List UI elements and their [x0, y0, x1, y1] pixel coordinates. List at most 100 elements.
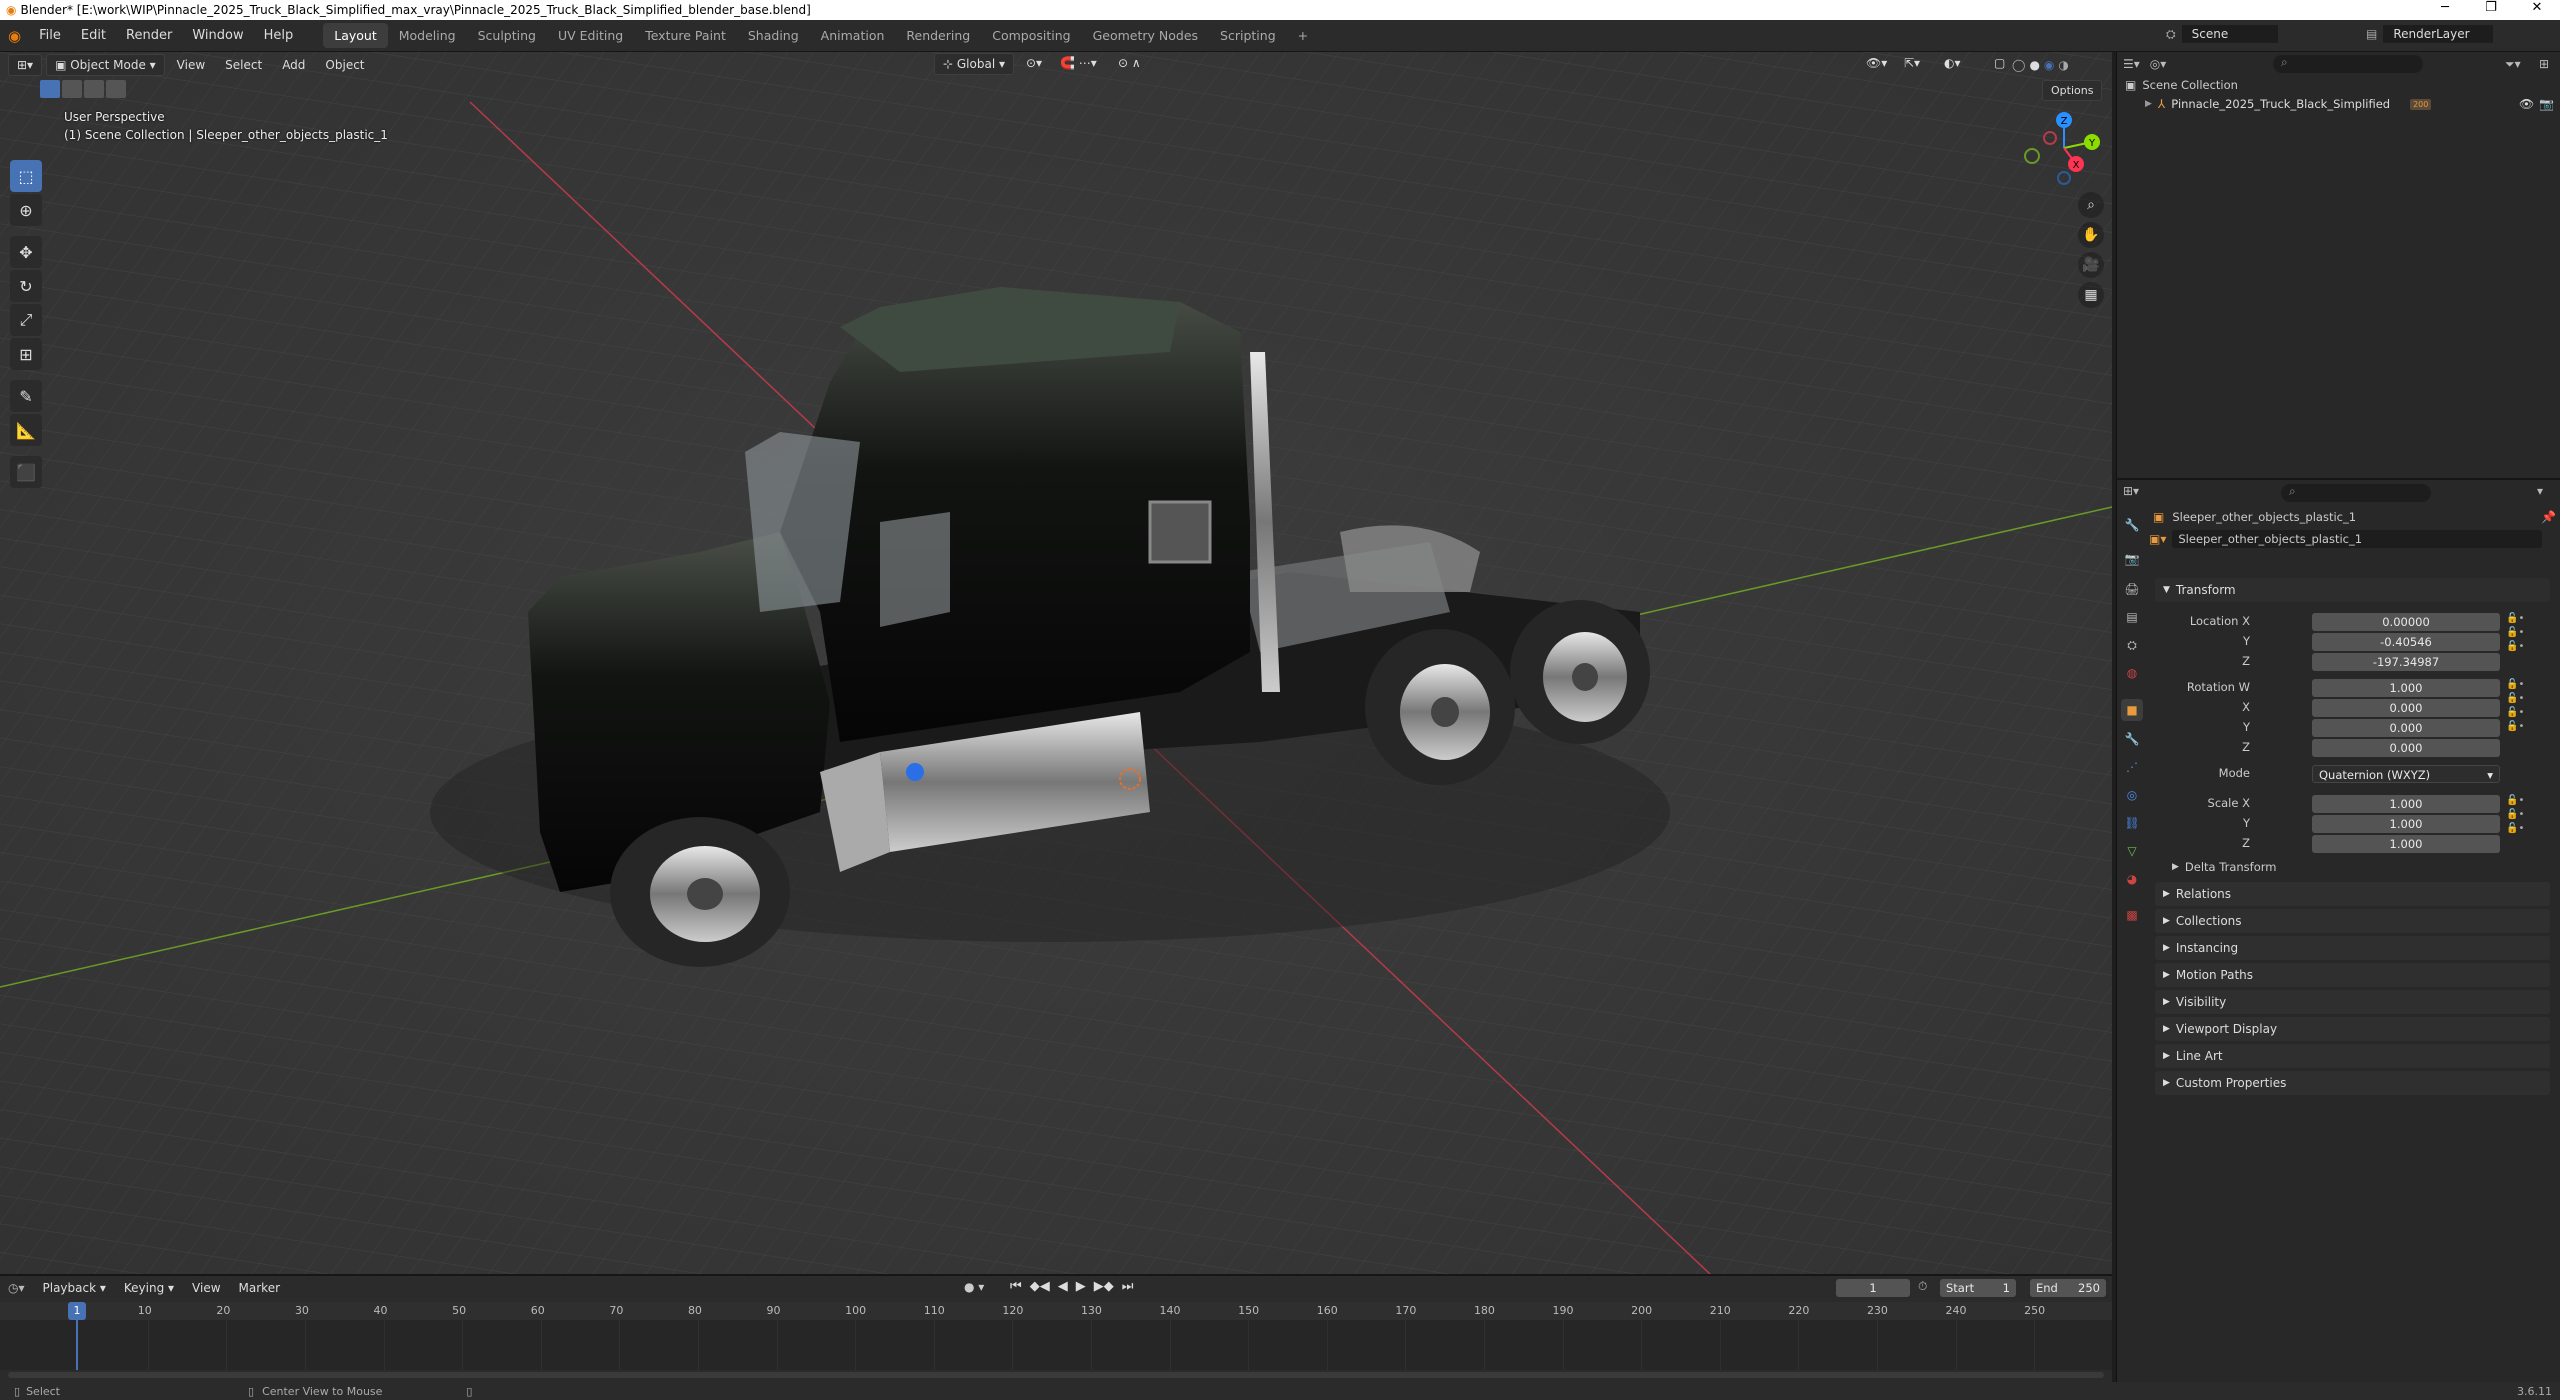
- outliner-item-truck[interactable]: ▶ ⅄ Pinnacle_2025_Truck_Black_Simplified…: [2145, 97, 2555, 111]
- properties-editor-type-icon[interactable]: ⊞▾: [2123, 484, 2139, 498]
- 3d-viewport[interactable]: ⊞▾ ▣ Object Mode ▾ View Select Add Objec…: [0, 52, 2112, 1274]
- scale-y-field[interactable]: 1.000: [2312, 815, 2500, 833]
- move-tool-icon[interactable]: ✥: [10, 236, 42, 268]
- render-tab-icon[interactable]: 📷: [2121, 548, 2143, 570]
- workspace-tab-shading[interactable]: Shading: [737, 23, 810, 48]
- viewport-menu-object[interactable]: Object: [317, 55, 372, 75]
- rotation-z-field[interactable]: 0.000: [2312, 739, 2500, 757]
- timeline-scrollbar[interactable]: [8, 1372, 2104, 1378]
- workspace-tab-sculpting[interactable]: Sculpting: [467, 23, 547, 48]
- ortho-toggle-icon[interactable]: ▦: [2078, 282, 2104, 308]
- blender-menu-icon[interactable]: ◉: [0, 27, 29, 45]
- select-subtract-icon[interactable]: [84, 80, 104, 98]
- pan-hand-icon[interactable]: ✋: [2078, 222, 2104, 248]
- particles-tab-icon[interactable]: ⋰: [2121, 756, 2143, 778]
- mesh-data-tab-icon[interactable]: ▽: [2121, 840, 2143, 862]
- select-box-tool-icon[interactable]: ⬚: [10, 160, 42, 192]
- new-collection-icon[interactable]: ⊞: [2539, 57, 2549, 71]
- object-name-field[interactable]: Sleeper_other_objects_plastic_1: [2172, 530, 2543, 548]
- transform-tool-icon[interactable]: ⊞: [10, 338, 42, 370]
- expand-arrow-icon[interactable]: ▶: [2145, 99, 2152, 109]
- scale-z-field[interactable]: 1.000: [2312, 835, 2500, 853]
- texture-tab-icon[interactable]: ▩: [2121, 904, 2143, 926]
- next-keyframe-icon[interactable]: ▶◆: [1094, 1279, 1114, 1294]
- select-new-icon[interactable]: [40, 80, 60, 98]
- object-tab-icon[interactable]: ■: [2121, 699, 2143, 721]
- render-camera-icon[interactable]: 📷: [2539, 97, 2554, 111]
- outliner-search-field[interactable]: ⌕: [2273, 55, 2423, 73]
- instancing-panel-header[interactable]: ▶ Instancing: [2155, 936, 2550, 960]
- play-reverse-icon[interactable]: ◀: [1058, 1279, 1068, 1294]
- collections-panel-header[interactable]: ▶ Collections: [2155, 909, 2550, 933]
- navigation-gizmo[interactable]: Z Y X: [2020, 106, 2110, 186]
- workspace-tab-compositing[interactable]: Compositing: [981, 23, 1081, 48]
- pin-icon[interactable]: 📌: [2541, 510, 2556, 524]
- cursor-tool-icon[interactable]: ⊕: [10, 194, 42, 226]
- view-layer-name[interactable]: RenderLayer: [2383, 25, 2494, 43]
- scale-x-field[interactable]: 1.000: [2312, 795, 2500, 813]
- xray-icon[interactable]: ▢: [1986, 53, 2013, 73]
- workspace-tab-scripting[interactable]: Scripting: [1209, 23, 1287, 48]
- select-intersect-icon[interactable]: [106, 80, 126, 98]
- delta-transform-subpanel[interactable]: ▶ Delta Transform: [2172, 860, 2276, 874]
- transform-orientation-dropdown[interactable]: ⊹ Global ▾: [934, 53, 1014, 75]
- workspace-tab-rendering[interactable]: Rendering: [895, 23, 981, 48]
- current-frame-field[interactable]: 1: [1836, 1279, 1910, 1297]
- view-layer-tab-icon[interactable]: ▤: [2121, 606, 2143, 628]
- camera-view-icon[interactable]: 🎥: [2078, 252, 2104, 278]
- keyframe-area[interactable]: [0, 1320, 2112, 1370]
- snap-icon[interactable]: 🧲 ⋯▾: [1052, 53, 1105, 73]
- zoom-icon[interactable]: ⌕: [2078, 192, 2104, 218]
- scene-name[interactable]: Scene: [2181, 25, 2278, 43]
- workspace-tab-texture-paint[interactable]: Texture Paint: [634, 23, 737, 48]
- menu-file[interactable]: File: [29, 28, 71, 43]
- jump-start-icon[interactable]: ⏮: [1010, 1279, 1022, 1294]
- transform-panel-header[interactable]: ▼ Transform: [2155, 578, 2550, 602]
- world-tab-icon[interactable]: ◍: [2121, 662, 2143, 684]
- viewport-menu-select[interactable]: Select: [217, 55, 270, 75]
- line-art-panel-header[interactable]: ▶ Line Art: [2155, 1044, 2550, 1068]
- tool-settings-tab-icon[interactable]: 🔧: [2121, 514, 2143, 536]
- menu-edit[interactable]: Edit: [71, 28, 116, 43]
- motion-paths-panel-header[interactable]: ▶ Motion Paths: [2155, 963, 2550, 987]
- scene-selector[interactable]: ⛭ Scene: [2166, 25, 2278, 43]
- viewport-display-panel-header[interactable]: ▶ Viewport Display: [2155, 1017, 2550, 1041]
- rotation-w-field[interactable]: 1.000: [2312, 679, 2500, 697]
- workspace-tab-animation[interactable]: Animation: [810, 23, 896, 48]
- editor-type-button[interactable]: ⊞▾: [8, 54, 43, 76]
- timeline-menu-view[interactable]: View: [184, 1278, 228, 1298]
- menu-render[interactable]: Render: [116, 28, 182, 43]
- rotation-y-field[interactable]: 0.000: [2312, 719, 2500, 737]
- lock-icon[interactable]: 🔓•: [2506, 707, 2524, 718]
- display-mode-icon[interactable]: ◎▾: [2150, 57, 2167, 71]
- constraints-tab-icon[interactable]: ⛓: [2121, 812, 2143, 834]
- rotate-tool-icon[interactable]: ↻: [10, 270, 42, 302]
- lock-icon[interactable]: 🔓•: [2506, 809, 2524, 820]
- physics-tab-icon[interactable]: ◎: [2121, 784, 2143, 806]
- lock-icon[interactable]: 🔓•: [2506, 679, 2524, 690]
- playhead-frame-indicator[interactable]: 1: [68, 1302, 86, 1320]
- timeline-editor-type-icon[interactable]: ◷▾: [8, 1281, 25, 1295]
- options-button[interactable]: Options: [2042, 80, 2103, 101]
- modifiers-tab-icon[interactable]: 🔧: [2121, 728, 2143, 750]
- visibility-panel-header[interactable]: ▶ Visibility: [2155, 990, 2550, 1014]
- workspace-tab-layout[interactable]: Layout: [323, 23, 388, 48]
- proportional-edit-icon[interactable]: ⊙ ∧: [1110, 53, 1149, 73]
- select-extend-icon[interactable]: [62, 80, 82, 98]
- rotation-x-field[interactable]: 0.000: [2312, 699, 2500, 717]
- properties-search-field[interactable]: ⌕: [2281, 484, 2431, 502]
- timeline-menu-keying[interactable]: Keying ▾: [116, 1278, 182, 1298]
- mode-dropdown[interactable]: ▣ Object Mode ▾: [46, 54, 165, 76]
- auto-keying-icon[interactable]: ● ▾: [964, 1280, 984, 1294]
- material-shading-icon[interactable]: ◉: [2044, 58, 2054, 72]
- workspace-tab-uv-editing[interactable]: UV Editing: [547, 23, 634, 48]
- stopwatch-icon[interactable]: ⏱: [1918, 1279, 1927, 1294]
- custom-properties-panel-header[interactable]: ▶ Custom Properties: [2155, 1071, 2550, 1095]
- workspace-tab-modeling[interactable]: Modeling: [388, 23, 467, 48]
- overlays-icon[interactable]: ◐▾: [1936, 53, 1969, 73]
- rotation-mode-dropdown[interactable]: Quaternion (WXYZ) ▾: [2312, 765, 2500, 783]
- menu-help[interactable]: Help: [254, 28, 304, 43]
- pivot-point-icon[interactable]: ⊙▾: [1018, 53, 1050, 73]
- viewport-menu-add[interactable]: Add: [274, 55, 313, 75]
- material-tab-icon[interactable]: ◕: [2121, 868, 2143, 890]
